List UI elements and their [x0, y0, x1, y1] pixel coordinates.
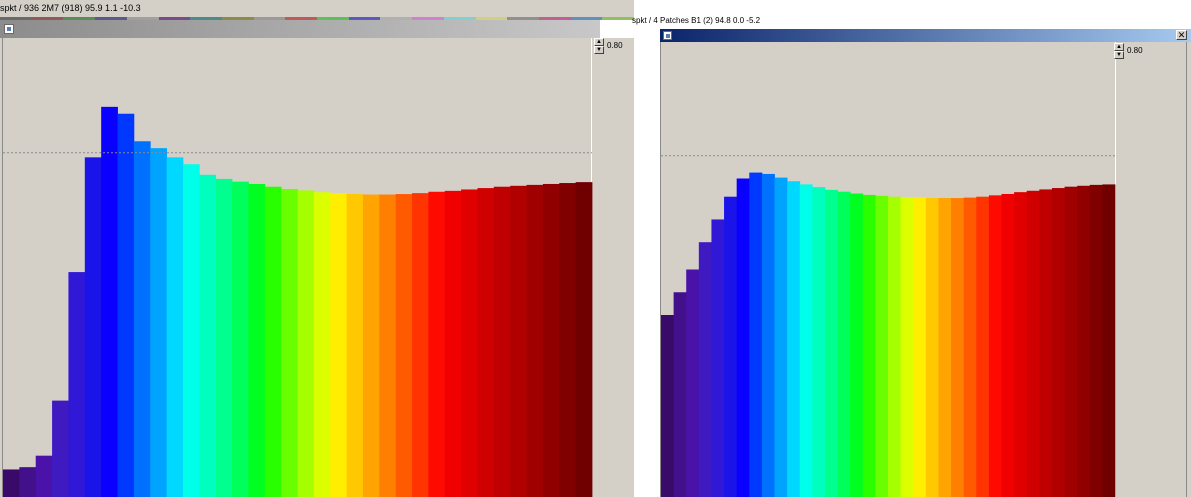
histogram-bar [264, 186, 282, 497]
histogram-bar [412, 193, 429, 497]
histogram-bar [68, 272, 86, 497]
histogram-bar [232, 181, 249, 497]
right-spectrum-histogram [661, 155, 1116, 497]
histogram-bar [510, 185, 527, 497]
histogram-bar [575, 182, 593, 497]
histogram-bar [166, 157, 184, 497]
histogram-bar [101, 106, 118, 497]
histogram-bar [313, 192, 331, 497]
right-info-text: spkt / 4 Patches B1 (2) 94.8 0.0 -5.2 [632, 16, 761, 25]
right-scale-spinner[interactable]: ▲ ▼ [1114, 43, 1124, 59]
histogram-bar [330, 193, 347, 497]
histogram-bar [875, 195, 889, 497]
histogram-bar [862, 194, 876, 497]
spin-down-icon[interactable]: ▼ [594, 46, 604, 54]
histogram-bar [1001, 193, 1015, 497]
histogram-bar [761, 173, 775, 497]
histogram-bar [84, 157, 102, 497]
histogram-bar [812, 187, 826, 497]
histogram-bar [461, 189, 478, 497]
histogram-bar [1102, 184, 1116, 497]
histogram-bar [215, 178, 233, 497]
histogram-bar [19, 467, 37, 497]
histogram-bar [951, 198, 965, 497]
left-scale-value: 0.80 [607, 41, 623, 50]
histogram-bar [711, 219, 725, 497]
spin-down-icon[interactable]: ▼ [1114, 51, 1124, 59]
histogram-bar [362, 194, 380, 497]
window-menu-icon[interactable] [663, 31, 672, 40]
histogram-bar [52, 400, 69, 497]
histogram-bar [542, 183, 560, 497]
histogram-bar [913, 197, 927, 497]
histogram-bar [493, 186, 511, 497]
histogram-bar [182, 164, 200, 497]
histogram-bar [1089, 184, 1103, 497]
histogram-bar [1077, 185, 1091, 497]
histogram-bar [799, 184, 813, 497]
histogram-bar [346, 194, 364, 497]
histogram-bar [749, 172, 763, 497]
histogram-bar [444, 190, 462, 497]
histogram-bar [281, 189, 298, 497]
histogram-bar [3, 469, 20, 497]
histogram-bar [117, 113, 135, 497]
histogram-bar [673, 292, 687, 497]
histogram-bar [963, 197, 977, 497]
close-icon[interactable]: ✕ [1176, 30, 1187, 40]
histogram-bar [559, 183, 577, 497]
spin-up-icon[interactable]: ▲ [594, 38, 604, 46]
histogram-bar [526, 184, 544, 497]
histogram-bar [477, 188, 495, 497]
histogram-bar [297, 190, 315, 497]
histogram-bar [736, 178, 750, 497]
histogram-bar [150, 148, 168, 497]
histogram-bar [988, 195, 1002, 497]
histogram-bar [850, 193, 864, 497]
histogram-bar [35, 455, 53, 497]
histogram-bar [1026, 190, 1040, 497]
histogram-bar [824, 189, 838, 497]
histogram-bar [837, 191, 851, 497]
histogram-bar [976, 196, 990, 497]
histogram-bar [199, 174, 217, 497]
histogram-bar [698, 242, 712, 497]
left-spectrum-histogram [3, 106, 593, 497]
histogram-bar [1014, 192, 1028, 497]
histogram-bar [888, 196, 902, 497]
histogram-bar [395, 194, 413, 497]
histogram-bar [1039, 189, 1053, 497]
window-menu-icon[interactable] [4, 24, 14, 34]
histogram-bar [724, 196, 738, 497]
histogram-bar [925, 198, 939, 497]
spin-up-icon[interactable]: ▲ [1114, 43, 1124, 51]
histogram-bar [1064, 186, 1078, 497]
right-scale-value: 0.80 [1127, 46, 1143, 55]
right-window-edge [1186, 42, 1187, 497]
right-window-titlebar[interactable]: ✕ [660, 29, 1191, 42]
histogram-bar [428, 191, 446, 497]
histogram-bar [787, 181, 801, 497]
histogram-bar [379, 194, 397, 497]
left-scale-spinner[interactable]: ▲ ▼ [594, 38, 604, 54]
left-window-titlebar[interactable] [0, 20, 600, 38]
histogram-bar [938, 198, 952, 497]
histogram-bar [774, 177, 788, 497]
histogram-bar [900, 197, 914, 497]
histogram-bar [248, 183, 266, 497]
histogram-bar [661, 315, 675, 497]
color-strip-segment [602, 17, 635, 20]
left-info-text: spkt / 936 2M7 (918) 95.9 1.1 -10.3 [0, 3, 141, 13]
histogram-bar [133, 141, 151, 497]
histogram-bar [686, 269, 700, 497]
histogram-bar [1051, 188, 1065, 497]
